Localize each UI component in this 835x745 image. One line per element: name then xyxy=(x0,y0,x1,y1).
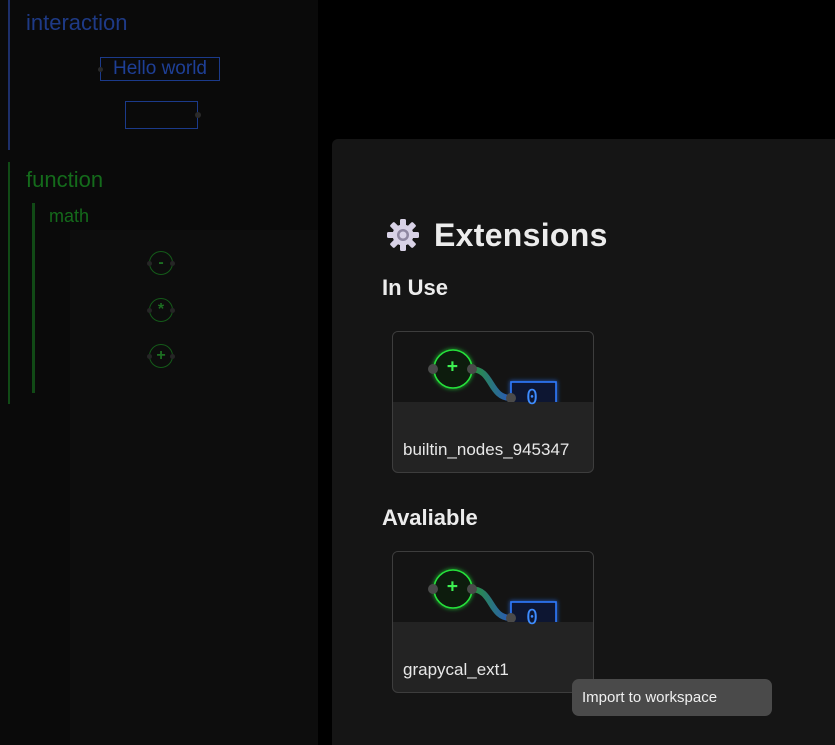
input-port[interactable] xyxy=(147,308,152,313)
extension-card-grapycal-ext1[interactable]: + 0 grapycal_ext1 xyxy=(392,551,594,693)
subtract-node[interactable]: - xyxy=(147,251,175,275)
extensions-panel: Extensions In Use + 0 builtin_nodes_9453… xyxy=(332,139,835,745)
subsection-title-math: math xyxy=(49,206,90,226)
extension-preview: + 0 xyxy=(393,332,593,409)
node-graph-preview-icon xyxy=(428,349,557,402)
output-port[interactable] xyxy=(170,261,175,266)
add-node[interactable]: + xyxy=(147,344,175,368)
section-interaction: interaction Hello world xyxy=(8,0,310,150)
extension-card-builtin-nodes[interactable]: + 0 builtin_nodes_945347 xyxy=(392,331,594,473)
output-port[interactable] xyxy=(170,308,175,313)
section-function: function math - * + xyxy=(8,162,310,404)
extensions-title-text: Extensions xyxy=(434,216,608,253)
operator-label: + xyxy=(156,347,166,364)
node-graph-preview-icon xyxy=(428,569,557,622)
text-node-hello-world[interactable]: Hello world xyxy=(98,57,220,81)
multiply-node[interactable]: * xyxy=(147,298,175,322)
input-port[interactable] xyxy=(98,67,103,72)
import-to-workspace-tooltip[interactable]: Import to workspace xyxy=(572,679,772,716)
extension-preview: + 0 xyxy=(393,552,593,629)
extension-name: builtin_nodes_945347 xyxy=(403,440,570,459)
output-port[interactable] xyxy=(170,354,175,359)
extensions-title: Extensions xyxy=(386,215,608,255)
preview-operator: + xyxy=(447,356,458,377)
output-port[interactable] xyxy=(195,112,201,118)
available-heading: Avaliable xyxy=(382,505,478,530)
preview-output: 0 xyxy=(526,605,539,629)
section-title-interaction: interaction xyxy=(26,10,128,35)
preview-operator: + xyxy=(447,576,458,597)
subsection-math: math - * + xyxy=(32,203,295,393)
text-input-node[interactable] xyxy=(125,101,201,129)
in-use-heading: In Use xyxy=(382,275,449,300)
gear-icon xyxy=(387,219,419,251)
operator-label: - xyxy=(158,254,164,271)
input-port[interactable] xyxy=(147,354,152,359)
text-node-label: Hello world xyxy=(113,58,207,79)
operator-label: * xyxy=(157,301,165,318)
section-title-function: function xyxy=(26,167,104,192)
node-library-sidebar: interaction Hello world function math - xyxy=(0,0,318,745)
preview-output: 0 xyxy=(526,385,539,409)
extension-name: grapycal_ext1 xyxy=(403,660,509,679)
input-port[interactable] xyxy=(147,261,152,266)
app-root: interaction Hello world function math - xyxy=(0,0,835,745)
